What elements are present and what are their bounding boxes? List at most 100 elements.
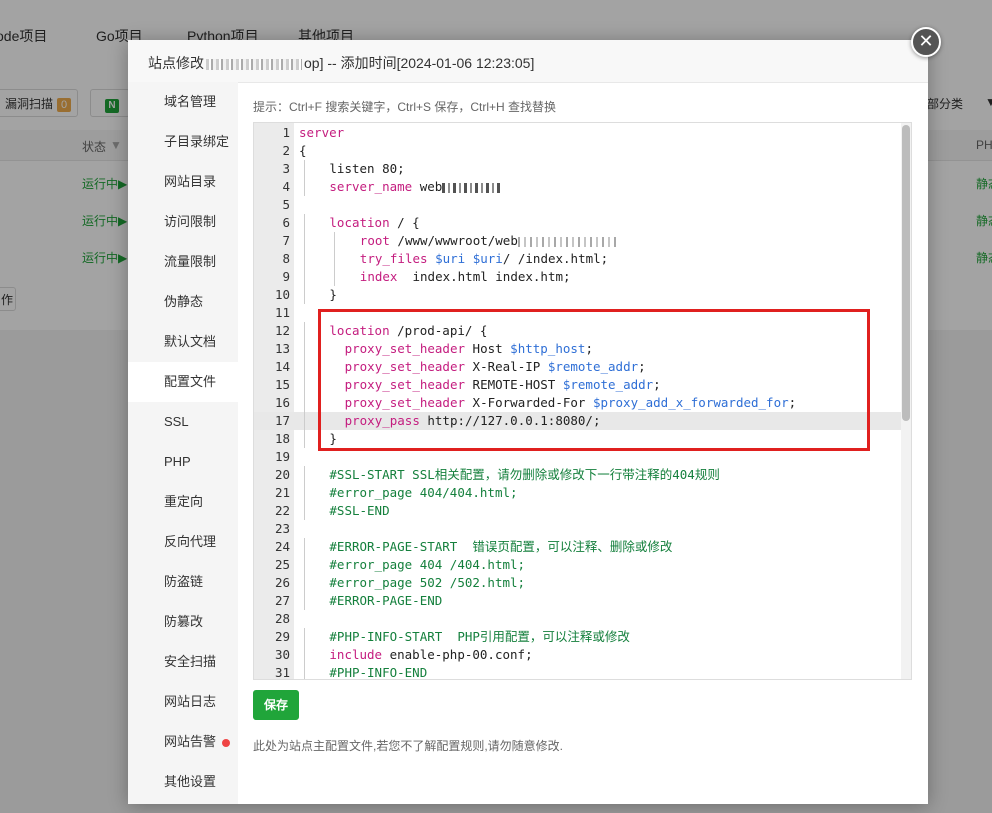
indent-guide bbox=[304, 322, 305, 340]
menu-item-3[interactable]: 访问限制 bbox=[128, 202, 238, 242]
code-token: Host bbox=[465, 341, 511, 356]
code-line[interactable]: 4 server_name web bbox=[254, 178, 901, 196]
save-button[interactable]: 保存 bbox=[253, 690, 300, 720]
directive: include bbox=[329, 647, 383, 662]
code-line[interactable]: 5 bbox=[254, 196, 901, 214]
code-line[interactable]: 7 root /www/wwwroot/web bbox=[254, 232, 901, 250]
editor-scrollbar[interactable] bbox=[901, 123, 911, 679]
code-line[interactable]: 12 location /prod-api/ { bbox=[254, 322, 901, 340]
code-line[interactable]: 19 bbox=[254, 448, 901, 466]
indent-guide bbox=[304, 592, 305, 610]
menu-item-label: 子目录绑定 bbox=[164, 134, 230, 149]
code-line[interactable]: 16 proxy_set_header X-Forwarded-For $prox… bbox=[254, 394, 901, 412]
code-line[interactable]: 22 #SSL-END bbox=[254, 502, 901, 520]
menu-item-11[interactable]: 反向代理 bbox=[128, 522, 238, 562]
indent-guide bbox=[304, 268, 305, 286]
menu-item-6[interactable]: 默认文档 bbox=[128, 322, 238, 362]
menu-item-9[interactable]: PHP bbox=[128, 442, 238, 482]
code-token: REMOTE-HOST bbox=[465, 377, 563, 392]
menu-item-17[interactable]: 其他设置 bbox=[128, 762, 238, 802]
menu-item-7[interactable]: 配置文件 bbox=[128, 362, 238, 402]
menu-item-4[interactable]: 流量限制 bbox=[128, 242, 238, 282]
code-line[interactable]: 2{ bbox=[254, 142, 901, 160]
indent-guide bbox=[304, 412, 305, 430]
code-line[interactable]: 17 proxy_pass http://127.0.0.1:8080/; bbox=[254, 412, 901, 430]
variable: $uri bbox=[472, 251, 503, 266]
menu-item-label: 网站目录 bbox=[164, 174, 217, 189]
indent-guide bbox=[334, 232, 336, 250]
line-text: #error_page 502 /502.html; bbox=[329, 574, 525, 592]
variable: $remote_addr bbox=[562, 377, 654, 392]
code-lines[interactable]: 1 server 2{3 listen 80; 4 server_name web 5 6 lo… bbox=[254, 124, 901, 680]
code-line[interactable]: 23 bbox=[254, 520, 901, 538]
code-editor[interactable]: 1 server 2{3 listen 80; 4 server_name web 5 6 lo… bbox=[253, 122, 912, 680]
menu-item-1[interactable]: 子目录绑定 bbox=[128, 122, 238, 162]
indent-guide bbox=[304, 358, 305, 376]
comment: #ERROR-PAGE-START 错误页配置，可以注释、删除或修改 bbox=[329, 539, 673, 554]
code-line[interactable]: 6 location / { bbox=[254, 214, 901, 232]
menu-item-8[interactable]: SSL bbox=[128, 402, 238, 442]
indent-guide bbox=[304, 574, 305, 592]
menu-item-label: 防盗链 bbox=[164, 574, 204, 589]
modal-title-suffix: op] -- 添加时间[2024-01-06 12:23:05] bbox=[304, 55, 535, 71]
indent-guide bbox=[304, 340, 305, 358]
menu-item-5[interactable]: 伪静态 bbox=[128, 282, 238, 322]
code-line[interactable]: 30 include enable-php-00.conf; bbox=[254, 646, 901, 664]
code-line[interactable]: 3 listen 80; bbox=[254, 160, 901, 178]
code-line[interactable]: 1 server bbox=[254, 124, 901, 142]
menu-item-0[interactable]: 域名管理 bbox=[128, 82, 238, 122]
code-line[interactable]: 27 #ERROR-PAGE-END bbox=[254, 592, 901, 610]
line-text: index index.html index.htm; bbox=[360, 268, 571, 286]
code-line[interactable]: 28 bbox=[254, 610, 901, 628]
menu-item-16[interactable]: 网站告警 bbox=[128, 722, 238, 762]
code-line[interactable]: 14 proxy_set_header X-Real-IP $remote_add… bbox=[254, 358, 901, 376]
code-line[interactable]: 20 #SSL-START SSL相关配置，请勿删除或修改下一行带注释的404规则 bbox=[254, 466, 901, 484]
redacted-text bbox=[442, 182, 503, 193]
variable: $proxy_add_x_forwarded_for bbox=[592, 395, 789, 410]
line-number: 24 bbox=[274, 539, 290, 554]
indent-guide bbox=[304, 250, 305, 268]
line-number: 13 bbox=[274, 341, 290, 356]
menu-item-12[interactable]: 防盗链 bbox=[128, 562, 238, 602]
code-line[interactable]: 11 bbox=[254, 304, 901, 322]
code-line[interactable]: 8 try_files $uri $uri/ /index.html; bbox=[254, 250, 901, 268]
menu-item-15[interactable]: 网站日志 bbox=[128, 682, 238, 722]
code-token: { bbox=[299, 143, 307, 158]
indent-guide bbox=[334, 250, 336, 268]
redacted-domain bbox=[206, 58, 302, 70]
line-text: location / { bbox=[329, 214, 419, 232]
scroll-thumb[interactable] bbox=[902, 125, 910, 421]
directive: location bbox=[329, 215, 390, 230]
code-line[interactable]: 24 #ERROR-PAGE-START 错误页配置，可以注释、删除或修改 bbox=[254, 538, 901, 556]
code-line[interactable]: 15 proxy_set_header REMOTE-HOST $remote_a… bbox=[254, 376, 901, 394]
line-number: 23 bbox=[274, 521, 290, 536]
code-token: /prod-api/ { bbox=[389, 323, 488, 338]
code-line[interactable]: 25 #error_page 404 /404.html; bbox=[254, 556, 901, 574]
directive: try_files bbox=[359, 251, 428, 266]
comment: #PHP-INFO-END bbox=[329, 665, 428, 680]
code-line[interactable]: 9 index index.html index.htm; bbox=[254, 268, 901, 286]
directive: proxy_pass bbox=[344, 413, 420, 428]
indent-guide bbox=[304, 628, 305, 646]
code-line[interactable]: 10} bbox=[254, 286, 901, 304]
menu-item-14[interactable]: 安全扫描 bbox=[128, 642, 238, 682]
menu-item-2[interactable]: 网站目录 bbox=[128, 162, 238, 202]
menu-item-10[interactable]: 重定向 bbox=[128, 482, 238, 522]
code-token: web bbox=[412, 179, 443, 194]
menu-item-label: 域名管理 bbox=[164, 94, 217, 109]
code-line[interactable]: 26 #error_page 502 /502.html; bbox=[254, 574, 901, 592]
code-line[interactable]: 13 proxy_set_header Host $http_host; bbox=[254, 340, 901, 358]
code-line[interactable]: 29 #PHP-INFO-START PHP引用配置，可以注释或修改 bbox=[254, 628, 901, 646]
code-line[interactable]: 21 #error_page 404/404.html; bbox=[254, 484, 901, 502]
line-number: 19 bbox=[274, 449, 290, 464]
line-text: #ERROR-PAGE-END bbox=[329, 592, 442, 610]
line-text: try_files $uri $uri/ /index.html; bbox=[360, 250, 608, 268]
close-icon[interactable]: ✕ bbox=[911, 27, 941, 57]
line-number: 25 bbox=[274, 557, 290, 572]
code-line[interactable]: 18} bbox=[254, 430, 901, 448]
menu-item-13[interactable]: 防篡改 bbox=[128, 602, 238, 642]
line-number: 27 bbox=[274, 593, 290, 608]
code-line[interactable]: 31 #PHP-INFO-END bbox=[254, 664, 901, 680]
line-number: 1 bbox=[282, 125, 290, 140]
line-number: 6 bbox=[282, 215, 290, 230]
